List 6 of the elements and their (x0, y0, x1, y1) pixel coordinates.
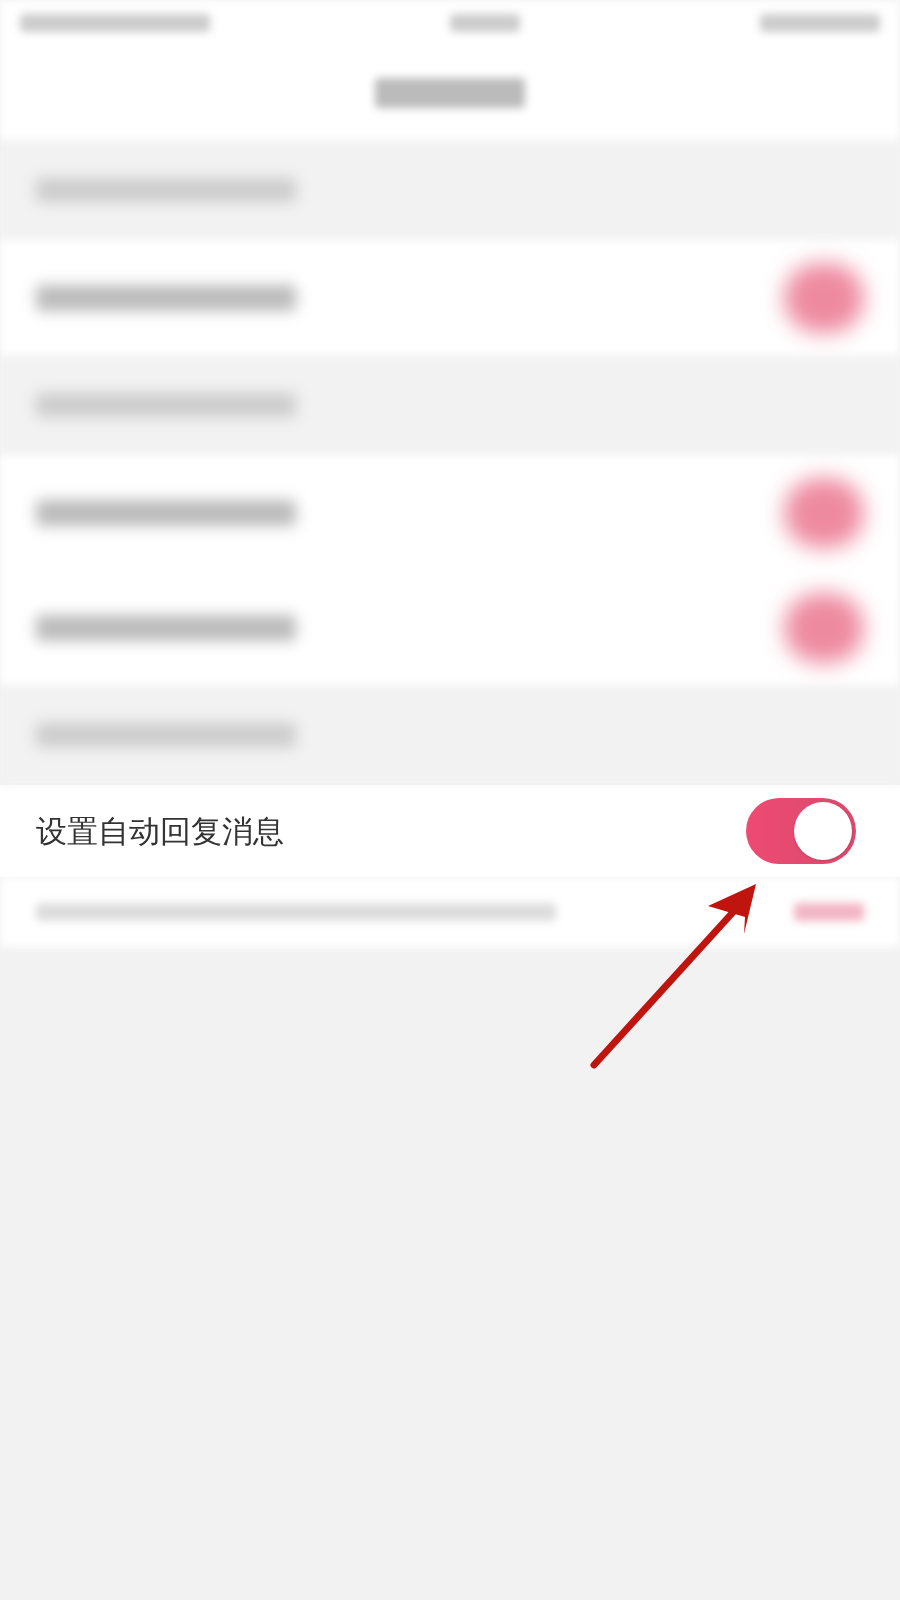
setting-label: 设置自动回复消息 (36, 811, 284, 851)
blurred-status-text (450, 13, 520, 32)
blurred-link[interactable] (794, 903, 864, 921)
blurred-toggle[interactable] (784, 477, 864, 548)
blurred-toggle[interactable] (784, 592, 864, 663)
blurred-toggle[interactable] (784, 262, 864, 333)
